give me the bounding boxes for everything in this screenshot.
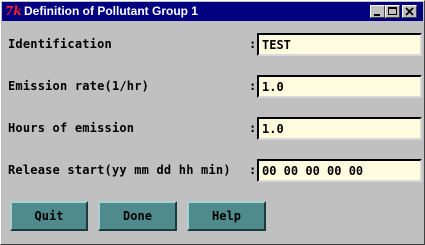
dialog-window: 7k Definition of Pollutant Group 1 Ident…: [0, 0, 425, 245]
separator: :: [249, 79, 257, 93]
minimize-icon: [374, 14, 380, 16]
title-bar[interactable]: 7k Definition of Pollutant Group 1: [2, 2, 423, 21]
help-button[interactable]: Help: [187, 201, 266, 231]
release-start-input[interactable]: 00 00 00 00 00: [257, 159, 422, 182]
close-icon: [405, 7, 414, 16]
separator: :: [249, 121, 257, 135]
maximize-button[interactable]: [385, 5, 400, 18]
quit-button[interactable]: Quit: [10, 201, 88, 231]
done-button[interactable]: Done: [98, 201, 177, 231]
maximize-icon: [388, 7, 397, 15]
separator: :: [249, 37, 257, 51]
release-start-label: Release start(yy mm dd hh min): [8, 163, 231, 177]
identification-label: Identification: [8, 37, 112, 51]
tk-icon: 7k: [5, 4, 22, 18]
hours-of-emission-label: Hours of emission: [8, 121, 135, 135]
window-title: Definition of Pollutant Group 1: [24, 4, 198, 18]
identification-input[interactable]: TEST: [257, 33, 422, 56]
separator: :: [249, 163, 257, 177]
form-area: Identification : TEST Emission rate(1/hr…: [1, 22, 424, 244]
close-button[interactable]: [402, 5, 417, 18]
emission-rate-label: Emission rate(1/hr): [8, 79, 150, 93]
emission-rate-input[interactable]: 1.0: [257, 75, 422, 98]
minimize-button[interactable]: [370, 5, 385, 18]
hours-of-emission-input[interactable]: 1.0: [257, 117, 422, 140]
